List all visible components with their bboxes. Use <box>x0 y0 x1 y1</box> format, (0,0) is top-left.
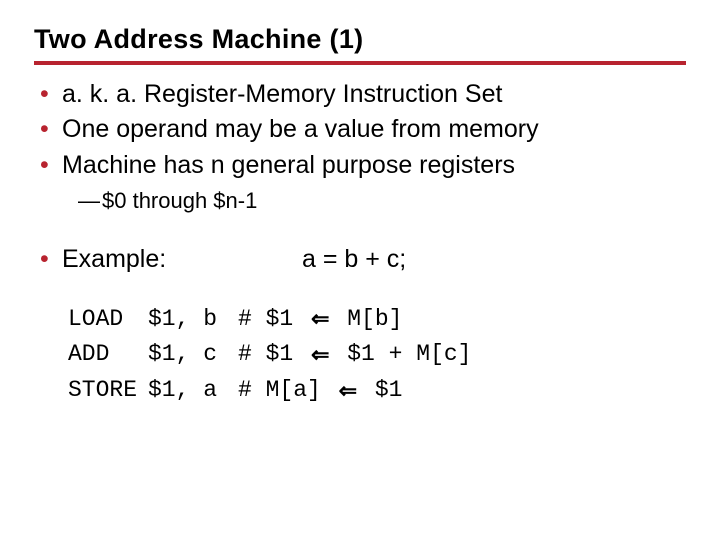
left-arrow-icon: ⇐ <box>307 338 333 372</box>
code-row: ADD $1, c # $1 ⇐ $1 + M[c] <box>68 337 686 373</box>
bullet-item: Machine has n general purpose registers … <box>40 150 686 215</box>
code-args: $1, a <box>148 373 238 409</box>
code-comment: # $1 ⇐ $1 + M[c] <box>238 337 471 373</box>
example-expression: a = b + c; <box>302 244 406 275</box>
code-args: $1, c <box>148 337 238 373</box>
comment-post: M[b] <box>333 302 402 338</box>
code-comment: # $1 ⇐ M[b] <box>238 302 402 338</box>
bullet-item: a. k. a. Register-Memory Instruction Set <box>40 79 686 110</box>
bullet-item-example: Example: a = b + c; <box>40 244 686 275</box>
comment-pre: # $1 <box>238 302 307 338</box>
sub-bullet: $0 through $n-1 <box>84 187 686 215</box>
slide: Two Address Machine (1) a. k. a. Registe… <box>0 0 720 428</box>
comment-pre: # $1 <box>238 337 307 373</box>
left-arrow-icon: ⇐ <box>335 374 361 408</box>
bullet-text: Machine has n general purpose registers <box>62 151 515 179</box>
bullet-list: a. k. a. Register-Memory Instruction Set… <box>34 79 686 214</box>
code-op: LOAD <box>68 302 148 338</box>
code-row: STORE $1, a # M[a] ⇐ $1 <box>68 373 686 409</box>
bullet-item: One operand may be a value from memory <box>40 114 686 145</box>
code-block: LOAD $1, b # $1 ⇐ M[b] ADD $1, c # $1 ⇐ … <box>68 302 686 409</box>
code-comment: # M[a] ⇐ $1 <box>238 373 402 409</box>
code-row: LOAD $1, b # $1 ⇐ M[b] <box>68 302 686 338</box>
code-op: ADD <box>68 337 148 373</box>
bullet-list: Example: a = b + c; <box>34 244 686 275</box>
left-arrow-icon: ⇐ <box>307 302 333 336</box>
comment-post: $1 <box>361 373 402 409</box>
code-op: STORE <box>68 373 148 409</box>
slide-title: Two Address Machine (1) <box>34 24 686 65</box>
comment-post: $1 + M[c] <box>333 337 471 373</box>
code-args: $1, b <box>148 302 238 338</box>
comment-pre: # M[a] <box>238 373 335 409</box>
example-label: Example: <box>62 244 302 275</box>
